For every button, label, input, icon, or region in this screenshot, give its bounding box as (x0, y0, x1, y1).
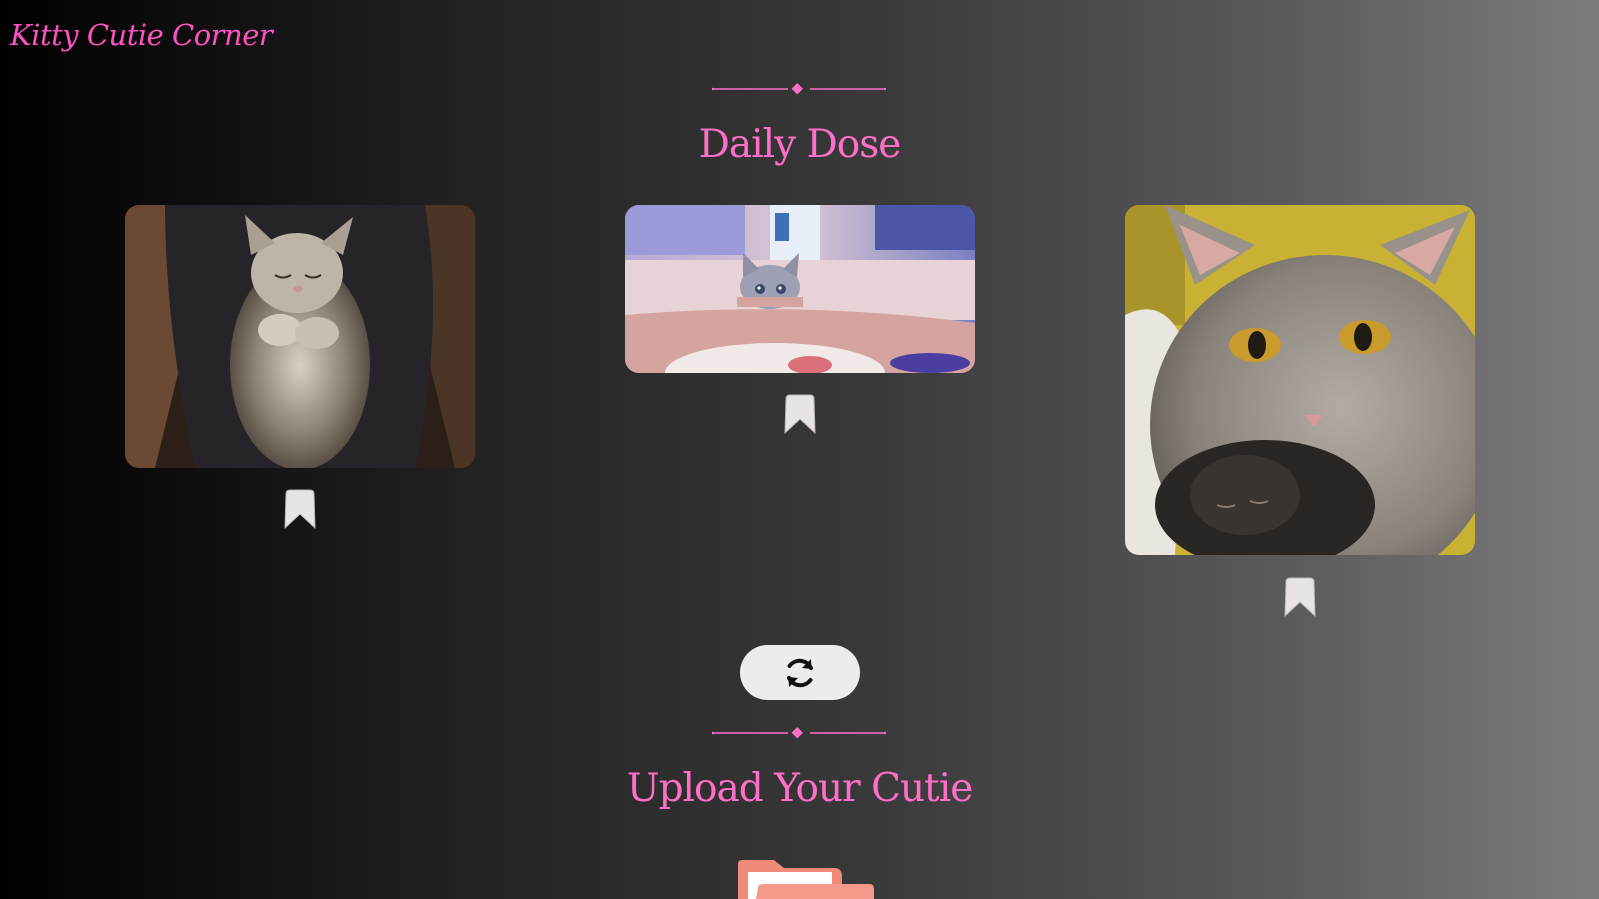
daily-dose-title: Daily Dose (698, 122, 902, 167)
bookmark-button[interactable] (283, 488, 317, 530)
upload-title: Upload Your Cutie (626, 766, 974, 811)
cat-card (125, 205, 475, 468)
ornamental-divider (712, 727, 886, 739)
bookmark-button[interactable] (783, 393, 817, 435)
refresh-button[interactable] (740, 645, 860, 700)
cat-photo-sleeping-kitten (125, 205, 475, 468)
refresh-icon (787, 658, 813, 687)
cat-card (625, 205, 975, 373)
cat-photo-peeking-kitten (625, 205, 975, 373)
cat-photo-cat-with-kitten (1125, 205, 1475, 555)
ornamental-divider (712, 83, 886, 95)
cat-card (1125, 205, 1475, 555)
bookmark-button[interactable] (1283, 576, 1317, 618)
folder-icon[interactable] (734, 858, 874, 899)
site-logo[interactable]: Kitty Cutie Corner (10, 18, 273, 52)
